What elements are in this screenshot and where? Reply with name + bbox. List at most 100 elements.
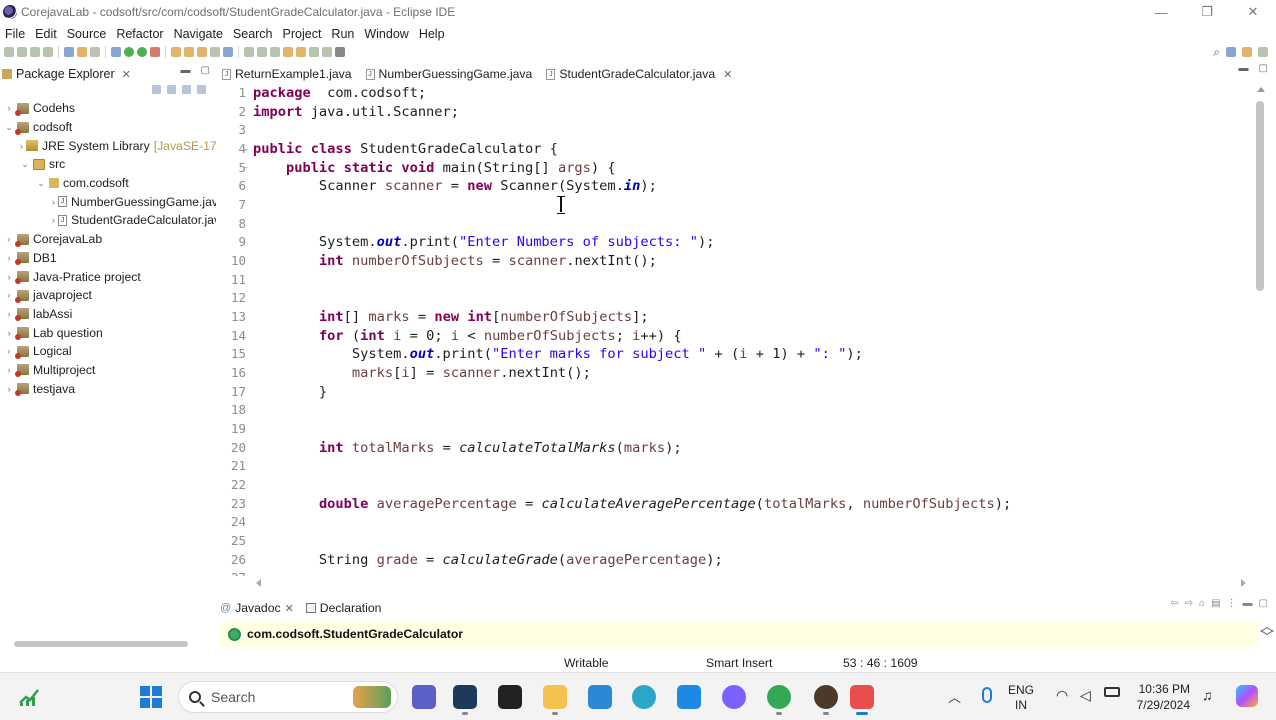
volume-icon[interactable]: ◁ bbox=[1080, 687, 1091, 704]
snipping-tool-icon[interactable] bbox=[850, 685, 874, 715]
menu-refactor[interactable]: Refactor bbox=[115, 27, 170, 41]
new-icon[interactable] bbox=[4, 47, 14, 57]
terminal-icon[interactable] bbox=[64, 47, 74, 57]
code-line[interactable] bbox=[253, 513, 1011, 532]
menu-source[interactable]: Source bbox=[66, 27, 114, 41]
chevron-right-icon[interactable]: › bbox=[4, 234, 14, 244]
code-line[interactable]: int totalMarks = calculateTotalMarks(mar… bbox=[253, 439, 1011, 458]
tree-item[interactable]: › CorejavaLab bbox=[0, 230, 216, 249]
open-attached-javadoc-icon[interactable]: ⌂ bbox=[1199, 598, 1205, 609]
tab-returnexample1-java[interactable]: J ReturnExample1.java bbox=[220, 63, 364, 85]
chevron-up-icon[interactable]: ︿ bbox=[948, 687, 961, 706]
code-line[interactable]: package com.codsoft; bbox=[253, 84, 1011, 103]
chevron-down-icon[interactable]: ﹀ bbox=[1260, 630, 1274, 644]
tree-item[interactable]: ⌄ com.codsoft bbox=[0, 174, 216, 193]
tree-item[interactable]: › J NumberGuessingGame.jav bbox=[0, 192, 216, 211]
fold-icon[interactable]: − bbox=[244, 147, 248, 154]
menu-navigate[interactable]: Navigate bbox=[173, 27, 230, 41]
chevron-right-icon[interactable]: › bbox=[52, 215, 55, 225]
toggle-mark-icon[interactable] bbox=[244, 47, 254, 57]
open-perspective-icon[interactable] bbox=[1226, 47, 1236, 57]
microsoft-store-icon[interactable] bbox=[588, 685, 612, 709]
chevron-right-icon[interactable]: › bbox=[4, 290, 14, 300]
package-explorer-hscrollbar[interactable] bbox=[14, 641, 188, 647]
copilot-icon[interactable] bbox=[1236, 685, 1258, 707]
next-annotation-icon[interactable] bbox=[283, 47, 293, 57]
code-line[interactable]: String grade = calculateGrade(averagePer… bbox=[253, 551, 1011, 570]
code-line[interactable] bbox=[253, 569, 1011, 576]
chevron-right-icon[interactable]: › bbox=[4, 103, 14, 113]
build-icon[interactable] bbox=[77, 47, 87, 57]
scroll-thumb[interactable] bbox=[1256, 101, 1264, 291]
editor-vscrollbar[interactable] bbox=[1256, 84, 1268, 578]
open-input-icon[interactable]: ▤ bbox=[1211, 598, 1220, 609]
code-line[interactable]: Scanner scanner = new Scanner(System.in)… bbox=[253, 177, 1011, 196]
code-line[interactable] bbox=[253, 215, 1011, 234]
search-icon[interactable]: ⌕ bbox=[1213, 45, 1220, 60]
forward-icon[interactable]: ⇨ bbox=[1185, 598, 1193, 609]
tree-item[interactable]: › javaproject bbox=[0, 286, 216, 305]
minimize-panel-icon[interactable]: ▬ bbox=[1243, 598, 1253, 609]
save-icon[interactable] bbox=[17, 47, 27, 57]
code-line[interactable]: } bbox=[253, 383, 1011, 402]
chrome-icon[interactable] bbox=[767, 685, 791, 715]
maximize-panel-icon[interactable]: ▢ bbox=[1259, 598, 1268, 609]
external-tools-icon[interactable] bbox=[150, 47, 160, 57]
tree-item[interactable]: ⌄ src bbox=[0, 155, 216, 174]
chevron-right-icon[interactable]: › bbox=[4, 309, 14, 319]
menu-run[interactable]: Run bbox=[330, 27, 361, 41]
stocks-widget-icon[interactable] bbox=[18, 685, 40, 707]
coverage-icon[interactable] bbox=[137, 47, 147, 57]
menu-search[interactable]: Search bbox=[232, 27, 280, 41]
teams-icon[interactable] bbox=[412, 685, 436, 709]
tree-item[interactable]: › JRE System Library [JavaSE-17] bbox=[0, 136, 216, 155]
file-explorer-icon[interactable] bbox=[543, 685, 567, 715]
code-line[interactable]: System.out.print("Enter Numbers of subje… bbox=[253, 233, 1011, 252]
code-line[interactable] bbox=[253, 289, 1011, 308]
new-package-icon[interactable] bbox=[184, 47, 194, 57]
menu-help[interactable]: Help bbox=[418, 27, 452, 41]
javadoc-vscrollbar[interactable]: ︿ ﹀ bbox=[1260, 619, 1274, 657]
tab-numberguessinggame-java[interactable]: J NumberGuessingGame.java bbox=[364, 63, 545, 85]
chevron-right-icon[interactable]: › bbox=[4, 365, 14, 375]
chevron-right-icon[interactable]: › bbox=[20, 141, 23, 151]
taskbar-search[interactable]: Search bbox=[178, 681, 398, 713]
code-editor[interactable]: 1 2 3 4 5 6 7 8 9 10 11 12 13 14 15 16 17 18 19 20 21 22 23 24 2… bbox=[220, 84, 1256, 576]
microphone-icon[interactable] bbox=[982, 687, 992, 703]
chevron-right-icon[interactable]: › bbox=[52, 197, 55, 207]
scroll-right-icon[interactable] bbox=[1241, 579, 1246, 587]
chevron-right-icon[interactable]: › bbox=[4, 272, 14, 282]
notification-bell-icon[interactable]: ♫ bbox=[1202, 687, 1213, 703]
minimize-view-icon[interactable]: ▬ bbox=[181, 65, 191, 76]
minimize-button[interactable]: — bbox=[1138, 0, 1184, 24]
maximize-editor-icon[interactable]: ▢ bbox=[1259, 63, 1268, 74]
tree-item[interactable]: › Lab question bbox=[0, 323, 216, 342]
menu-edit[interactable]: Edit bbox=[34, 27, 64, 41]
minimize-editor-icon[interactable]: ▬ bbox=[1239, 63, 1249, 74]
debug-perspective-icon[interactable] bbox=[1258, 47, 1268, 57]
code-line[interactable] bbox=[253, 420, 1011, 439]
menu-window[interactable]: Window bbox=[363, 27, 415, 41]
show-whitespace-icon[interactable] bbox=[257, 47, 267, 57]
filter-icon[interactable] bbox=[182, 85, 191, 94]
print-icon[interactable] bbox=[43, 47, 53, 57]
close-icon[interactable]: ✕ bbox=[285, 602, 294, 615]
tab-studentgradecalculator-java[interactable]: J StudentGradeCalculator.java ✕ bbox=[544, 63, 744, 85]
code-line[interactable] bbox=[253, 476, 1011, 495]
close-button[interactable]: ✕ bbox=[1230, 0, 1276, 24]
status-insert-mode[interactable]: Smart Insert bbox=[706, 656, 772, 670]
code-line[interactable]: double averagePercentage = calculateAver… bbox=[253, 495, 1011, 514]
collapse-all-icon[interactable] bbox=[152, 85, 161, 94]
new-java-project-icon[interactable] bbox=[171, 47, 181, 57]
save-all-icon[interactable] bbox=[30, 47, 40, 57]
view-menu-icon[interactable]: ⋮ bbox=[1227, 598, 1237, 609]
mysql-workbench-icon[interactable] bbox=[453, 685, 477, 715]
view-menu-icon[interactable] bbox=[197, 85, 206, 94]
language-indicator[interactable]: ENG IN bbox=[1008, 683, 1034, 713]
close-icon[interactable]: ✕ bbox=[723, 68, 732, 81]
scroll-left-icon[interactable] bbox=[256, 579, 261, 587]
code-line[interactable] bbox=[253, 271, 1011, 290]
menu-project[interactable]: Project bbox=[282, 27, 329, 41]
run-icon[interactable] bbox=[124, 47, 134, 57]
code-line[interactable] bbox=[253, 457, 1011, 476]
